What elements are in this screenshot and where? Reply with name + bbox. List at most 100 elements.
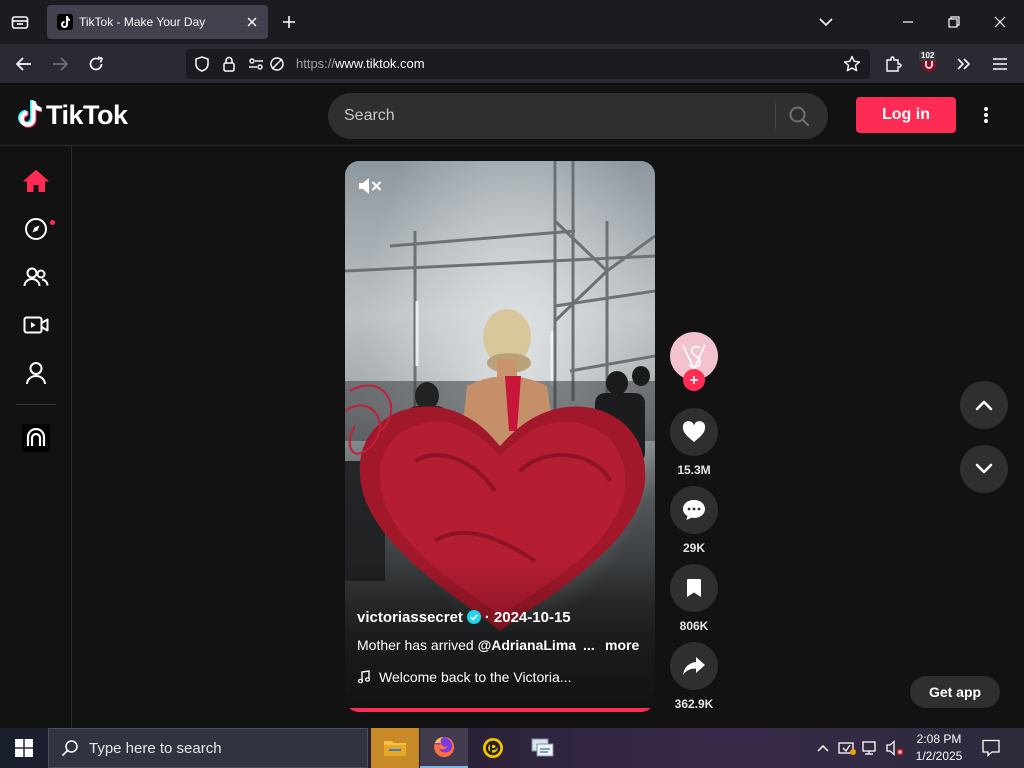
folder-icon — [384, 741, 406, 756]
like-button[interactable] — [670, 408, 718, 456]
taskbar-file-explorer[interactable] — [371, 728, 419, 768]
search-divider — [775, 103, 776, 129]
video-progress-bar[interactable] — [345, 708, 655, 712]
address-bar[interactable]: https://www.tiktok.com — [186, 49, 870, 79]
comment-bubble-icon — [683, 500, 705, 520]
window-close-icon[interactable] — [990, 12, 1010, 32]
get-app-button[interactable]: Get app — [910, 676, 1000, 708]
video-author-username[interactable]: victoriassecret — [357, 609, 463, 626]
firefox-icon — [434, 736, 455, 757]
music-note-icon — [357, 670, 371, 684]
tiktok-logo[interactable]: TikTok — [16, 99, 128, 131]
tracking-shield-icon[interactable] — [193, 55, 211, 73]
forward-arrow-icon[interactable] — [49, 53, 71, 75]
hamburger-menu-icon[interactable] — [989, 53, 1011, 75]
more-tools-chevrons-icon[interactable] — [953, 53, 975, 75]
people-icon — [23, 267, 49, 287]
compass-icon — [25, 218, 47, 240]
chevron-up-icon — [975, 400, 993, 411]
share-count: 362.9K — [674, 697, 714, 711]
video-date: 2024-10-15 — [493, 608, 571, 626]
extension-badge-count: 102 — [919, 51, 937, 61]
video-caption: victoriassecret · 2024-10-15 Mother has … — [357, 607, 647, 686]
comment-button[interactable] — [670, 486, 718, 534]
like-count: 15.3M — [677, 463, 711, 477]
previous-video-button[interactable] — [960, 381, 1008, 429]
share-button[interactable] — [670, 642, 718, 690]
new-tab-icon[interactable] — [279, 12, 299, 32]
comment-count: 29K — [682, 541, 705, 555]
login-button[interactable]: Log in — [856, 97, 956, 133]
clock-time: 2:08 PM — [916, 732, 962, 746]
description-more-button[interactable]: more — [605, 637, 639, 653]
live-video-icon — [23, 316, 49, 334]
tiktok-note-icon — [18, 100, 42, 128]
follow-plus-icon[interactable] — [683, 369, 705, 391]
taskbar-app-yellow[interactable] — [469, 728, 517, 768]
tray-volume-muted-icon[interactable] — [885, 738, 905, 758]
windows-start-icon[interactable] — [0, 728, 48, 768]
taskbar-firefox[interactable] — [420, 728, 468, 768]
url-scheme: https:// — [296, 56, 336, 71]
chevron-down-icon — [975, 463, 993, 474]
taskbar-app-network[interactable] — [518, 728, 566, 768]
network-app-icon — [531, 738, 554, 757]
save-count: 806K — [679, 619, 709, 633]
video-description-text: Mother has arrived — [357, 637, 478, 653]
sidebar-item-profile[interactable] — [20, 357, 52, 389]
taskbar-clock[interactable]: 2:08 PM 1/2/2025 — [906, 731, 972, 765]
back-arrow-icon[interactable] — [13, 53, 35, 75]
sidebar-item-for-you[interactable] — [20, 165, 52, 197]
description-ellipsis: ... — [583, 637, 595, 653]
window-minimize-icon[interactable] — [898, 12, 918, 32]
profile-icon — [26, 362, 46, 385]
tab-title: TikTok - Make Your Day — [79, 15, 206, 29]
permissions-icon[interactable] — [247, 55, 265, 73]
mute-icon[interactable] — [357, 175, 383, 197]
arch-logo-icon — [26, 428, 46, 446]
windows-taskbar: 2:08 PM 1/2/2025 — [0, 728, 1024, 768]
extensions-puzzle-icon[interactable] — [882, 53, 904, 75]
search-icon[interactable] — [786, 104, 812, 128]
taskbar-search-input[interactable] — [89, 739, 359, 757]
url-host: www.tiktok.com — [335, 56, 425, 71]
home-icon — [23, 170, 49, 192]
more-vertical-icon[interactable] — [976, 104, 996, 126]
sidebar-item-following[interactable] — [20, 261, 52, 293]
sidebar — [0, 146, 72, 728]
music-title: Welcome back to the Victoria... — [379, 669, 572, 685]
camera-blocked-icon[interactable] — [268, 55, 286, 73]
tray-security-icon[interactable] — [837, 738, 857, 758]
search-bar[interactable] — [328, 93, 828, 139]
explore-notification-dot — [50, 220, 55, 225]
tray-network-icon[interactable] — [861, 738, 881, 758]
browser-tab[interactable]: TikTok - Make Your Day — [47, 5, 268, 39]
browser-tab-bar: TikTok - Make Your Day — [0, 0, 1024, 44]
tab-list-icon[interactable] — [8, 11, 32, 33]
window-restore-icon[interactable] — [944, 12, 964, 32]
tab-overflow-chevron-icon[interactable] — [816, 12, 836, 32]
share-arrow-icon — [683, 657, 705, 675]
video-separator: · — [484, 608, 490, 626]
save-button[interactable] — [670, 564, 718, 612]
video-description: Mother has arrived @AdrianaLima — [357, 637, 576, 653]
tiktok-favicon-icon — [57, 14, 73, 30]
lock-icon[interactable] — [220, 55, 238, 73]
search-input[interactable] — [344, 93, 764, 139]
sidebar-divider — [16, 404, 56, 405]
next-video-button[interactable] — [960, 445, 1008, 493]
tray-overflow-chevron-icon[interactable] — [813, 738, 833, 758]
bookmark-star-icon[interactable] — [843, 55, 861, 73]
video-progress-fill — [345, 708, 652, 712]
video-music[interactable]: Welcome back to the Victoria... — [357, 667, 571, 687]
tab-close-icon[interactable] — [242, 12, 262, 32]
video-mention-link[interactable]: @AdrianaLima — [478, 637, 576, 653]
browser-nav-bar: https://www.tiktok.com 102 — [0, 44, 1024, 84]
notification-center-icon[interactable] — [980, 737, 1002, 759]
video-player[interactable]: victoriassecret · 2024-10-15 Mother has … — [345, 161, 655, 712]
sidebar-item-explore[interactable] — [20, 213, 52, 245]
taskbar-search-box[interactable] — [48, 728, 368, 768]
sidebar-item-live[interactable] — [20, 309, 52, 341]
sidebar-item-effect-house[interactable] — [22, 424, 50, 452]
reload-icon[interactable] — [85, 53, 107, 75]
